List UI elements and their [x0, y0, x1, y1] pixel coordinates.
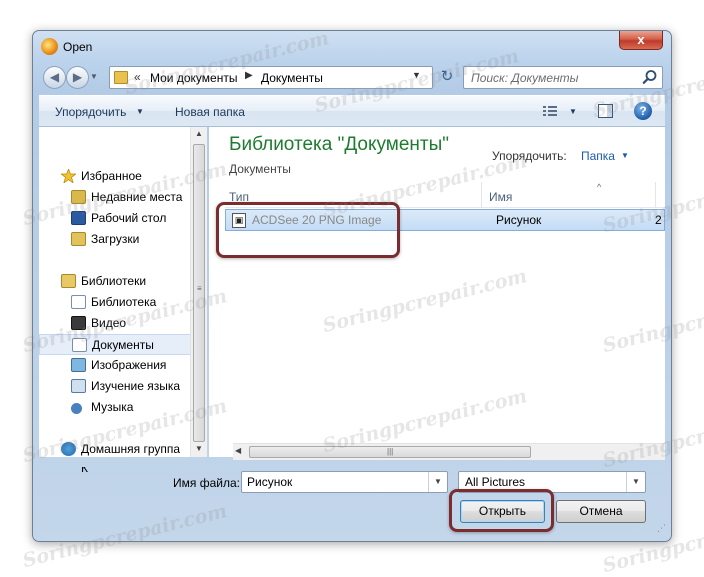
sidebar-item-documents[interactable]: Документы: [39, 334, 191, 355]
open-dialog-window: Open x ◀ ▶ ▼ « Мои документы ▶ Документы…: [32, 30, 672, 542]
sidebar-item-downloads[interactable]: Загрузки: [39, 229, 191, 250]
arrange-by-dropdown[interactable]: Папка: [581, 149, 615, 163]
column-divider[interactable]: [481, 182, 482, 208]
file-type-filter-value: All Pictures: [465, 475, 526, 489]
filename-label: Имя файла:: [173, 476, 240, 490]
sidebar-item-favorites[interactable]: Избранное: [39, 166, 191, 187]
downloads-icon: [71, 232, 86, 246]
music-icon: [71, 403, 82, 414]
arrange-by-label: Упорядочить:: [492, 149, 567, 163]
window-title: Open: [63, 40, 93, 54]
sidebar-item-label: Избранное: [81, 169, 142, 183]
scrollbar-grip: |||: [387, 447, 394, 456]
sidebar-item-homegroup[interactable]: Домашняя группа: [39, 439, 191, 460]
views-icon[interactable]: [543, 105, 557, 117]
refresh-button[interactable]: ↻: [435, 66, 459, 89]
library-title: Библиотека "Документы": [229, 134, 450, 155]
scrollbar-grip: ≡: [197, 284, 202, 293]
filename-field[interactable]: Рисунок ▼: [241, 471, 448, 493]
homegroup-icon: [61, 442, 76, 456]
new-folder-button[interactable]: Новая папка: [175, 105, 245, 119]
back-button[interactable]: ◀: [43, 66, 66, 89]
breadcrumb-separator[interactable]: ▶: [245, 70, 253, 81]
resize-grip[interactable]: ⋰: [657, 524, 666, 533]
sort-ascending-icon: ^: [597, 182, 602, 192]
breadcrumb-documents[interactable]: Документы: [261, 71, 323, 85]
highlight-box-file-type: [216, 202, 400, 258]
sidebar-item-label: К: [81, 467, 88, 475]
star-icon: [61, 169, 76, 183]
highlight-box-open-button: [449, 489, 554, 532]
address-bar[interactable]: « Мои документы ▶ Документы ▼: [109, 66, 433, 89]
search-icon[interactable]: [642, 69, 658, 85]
sidebar-item-label: Документы: [92, 338, 154, 352]
breadcrumb-my-documents[interactable]: Мои документы: [150, 71, 237, 85]
sidebar-item-music[interactable]: Музыка: [39, 397, 191, 418]
command-bar: Упорядочить ▼ Новая папка ▼ ?: [39, 95, 665, 127]
sidebar-item-language-learning[interactable]: Изучение языка: [39, 376, 191, 397]
documents-icon: [72, 338, 87, 352]
close-button[interactable]: x: [619, 31, 663, 50]
sidebar-item-label: Изучение языка: [91, 379, 181, 393]
scrollbar-thumb[interactable]: ≡: [193, 144, 205, 442]
sidebar-item-label: Домашняя группа: [81, 442, 181, 456]
sidebar-item-label: Видео: [91, 316, 127, 330]
library-document-icon: [71, 295, 86, 309]
search-input[interactable]: Поиск: Документы: [463, 66, 663, 89]
horizontal-scrollbar-thumb[interactable]: |||: [249, 446, 531, 458]
libraries-icon: [61, 274, 76, 288]
address-overflow-chevron[interactable]: «: [134, 70, 141, 84]
sidebar-item-library[interactable]: Библиотека: [39, 292, 191, 313]
folder-icon: [114, 71, 128, 84]
horizontal-scrollbar[interactable]: ◀ |||: [233, 443, 665, 460]
address-dropdown-icon[interactable]: ▼: [412, 70, 421, 80]
column-divider[interactable]: [655, 182, 656, 208]
sidebar-item-label: Музыка: [91, 400, 134, 414]
sidebar-item-label: Изображения: [91, 358, 167, 372]
scroll-left-arrow-icon[interactable]: ◀: [235, 446, 241, 455]
desktop-icon: [71, 211, 86, 225]
forward-button[interactable]: ▶: [66, 66, 89, 89]
views-caret-icon[interactable]: ▼: [569, 107, 577, 116]
language-learning-icon: [71, 379, 86, 393]
sidebar-item-label: Недавние места: [91, 190, 183, 204]
sidebar-item-pictures[interactable]: Изображения: [39, 355, 191, 376]
chevron-down-icon[interactable]: ▼: [428, 472, 447, 492]
app-icon: [41, 38, 58, 55]
sidebar-item-label: Библиотеки: [81, 274, 147, 288]
column-header-name[interactable]: Имя: [489, 190, 512, 204]
sidebar-item-label: Рабочий стол: [91, 211, 167, 225]
preview-pane-icon[interactable]: [598, 104, 613, 118]
file-list-pane: Библиотека "Документы" Документы Упорядо…: [209, 127, 665, 457]
navigation-pane: Избранное Недавние места Рабочий стол За…: [39, 127, 207, 475]
file-name-cell: Рисунок: [496, 213, 542, 227]
scroll-up-arrow-icon[interactable]: ▲: [191, 129, 207, 143]
video-icon: [71, 316, 86, 330]
navigation-scrollbar[interactable]: ▲ ≡ ▼: [190, 127, 207, 457]
chevron-down-icon[interactable]: ▼: [626, 472, 645, 492]
organize-caret-icon[interactable]: ▼: [136, 107, 144, 116]
filename-value: Рисунок: [247, 475, 293, 489]
sidebar-item-label: Загрузки: [91, 232, 140, 246]
arrange-caret-icon[interactable]: ▼: [621, 151, 629, 160]
search-placeholder: Поиск: Документы: [471, 71, 579, 85]
recent-locations-dropdown[interactable]: ▼: [90, 72, 98, 81]
cancel-button[interactable]: Отмена: [556, 500, 646, 523]
help-icon[interactable]: ?: [634, 102, 652, 120]
organize-button[interactable]: Упорядочить: [55, 105, 126, 119]
recent-places-icon: [71, 190, 86, 204]
sidebar-item-desktop[interactable]: Рабочий стол: [39, 208, 191, 229]
library-subtitle: Документы: [229, 162, 291, 176]
file-extra-cell: 2: [655, 213, 662, 227]
pictures-icon: [71, 358, 86, 372]
sidebar-item-label: Библиотека: [91, 295, 157, 309]
sidebar-item-computer[interactable]: К: [39, 467, 191, 475]
sidebar-item-recent-places[interactable]: Недавние места: [39, 187, 191, 208]
scroll-down-arrow-icon[interactable]: ▼: [191, 444, 207, 456]
sidebar-item-video[interactable]: Видео: [39, 313, 191, 334]
sidebar-item-libraries[interactable]: Библиотеки: [39, 271, 191, 292]
